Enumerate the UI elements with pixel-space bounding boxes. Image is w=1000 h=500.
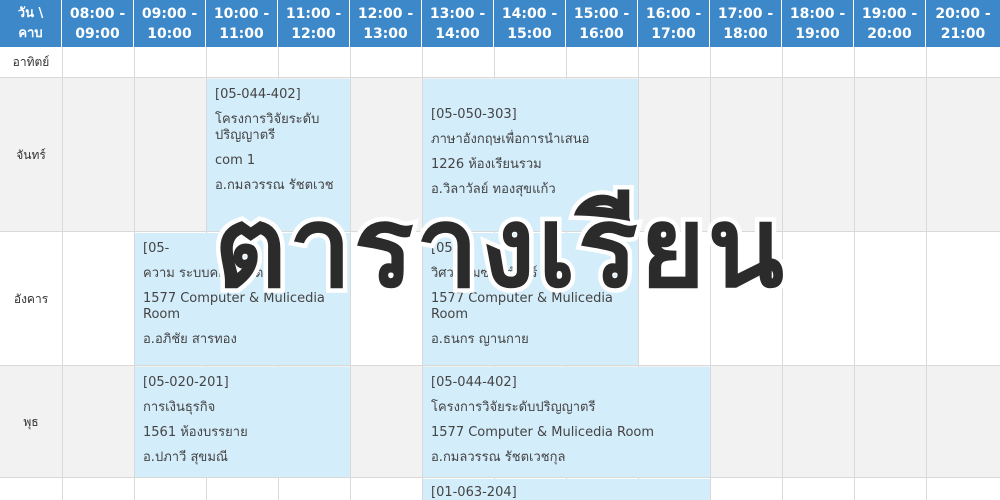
slot-end: 20:00	[867, 25, 912, 42]
course-teacher: อ.ปภาวี สุขมณี	[143, 450, 228, 465]
slot-end: 12:00	[291, 25, 336, 42]
course-name: การเงินธุรกิจ	[143, 400, 216, 415]
header-slot: 12:00 - 13:00	[350, 0, 422, 47]
course-room: 1577 Computer & Mulicedia Room	[431, 291, 613, 322]
header-slot: 09:00 - 10:00	[134, 0, 206, 47]
header-slot: 17:00 - 18:00	[710, 0, 782, 47]
course-name: โครงการวิจัยระดับปริญญาตรี	[215, 112, 320, 143]
course-name: วิศว รรมซอฟต์แวร์	[431, 266, 538, 281]
header-slot: 14:00 - 15:00	[494, 0, 566, 47]
course-name: โครงการวิจัยระดับปริญญาตรี	[431, 400, 596, 415]
slot-end: 17:00	[651, 25, 696, 42]
grid-line	[62, 47, 63, 500]
header-slot: 08:00 - 09:00	[62, 0, 134, 47]
day-label-tuesday: อังคาร	[13, 291, 49, 306]
header-slot: 11:00 - 12:00	[278, 0, 350, 47]
slot-end: 09:00	[75, 25, 120, 42]
slot-start: 12:00 -	[357, 5, 414, 22]
day-label-monday: จันทร์	[16, 147, 46, 162]
course-room: 1561 ห้องบรรยาย	[143, 425, 248, 440]
course-room: com 1	[215, 153, 256, 168]
slot-end: 19:00	[795, 25, 840, 42]
slot-end: 21:00	[940, 25, 986, 42]
slot-start: 08:00 -	[69, 5, 126, 22]
header-slot: 19:00 - 20:00	[854, 0, 926, 47]
slot-start: 20:00 -	[935, 5, 991, 22]
slot-start: 10:00 -	[213, 5, 270, 22]
timetable: วัน \ คาบ 08:00 - 09:00 09:00 - 10:00 10:0…	[0, 0, 1000, 500]
course-block[interactable]: [05-044-402] โครงการวิจัยระดับปริญญาตรี …	[207, 79, 350, 231]
course-block[interactable]: [01-063-204]	[423, 479, 710, 500]
slot-start: 13:00 -	[429, 5, 486, 22]
course-name: ความ ระบบคอมพิวเตอ	[143, 266, 272, 281]
course-name: ภาษาอังกฤษเพื่อการนำเสนอ	[431, 132, 590, 147]
header-slot: 15:00 - 16:00	[566, 0, 638, 47]
course-block[interactable]: [05-020-201] การเงินธุรกิจ 1561 ห้องบรรย…	[135, 367, 350, 477]
slot-start: 09:00 -	[141, 5, 198, 22]
slot-end: 11:00	[219, 25, 264, 42]
slot-end: 15:00	[507, 25, 552, 42]
course-block[interactable]: [05- 4] วิศว รรมซอฟต์แวร์ 1577 Computer …	[423, 233, 638, 365]
course-room: 1577 Computer & Mulicedia Room	[143, 291, 325, 322]
course-code: [05-020-201]	[143, 375, 229, 390]
slot-start: 11:00 -	[285, 5, 342, 22]
header-slot: 18:00 - 19:00	[782, 0, 854, 47]
slot-end: 14:00	[435, 25, 480, 42]
slot-end: 10:00	[147, 25, 192, 42]
course-code: [05-044-402]	[431, 375, 517, 390]
grid-line	[782, 47, 783, 500]
grid-line	[710, 47, 711, 500]
slot-start: 16:00 -	[645, 5, 702, 22]
grid-line	[926, 47, 927, 500]
slot-start: 18:00 -	[789, 5, 846, 22]
course-teacher: อ.ธนกร ญานกาย	[431, 332, 529, 347]
slot-end: 16:00	[579, 25, 624, 42]
header-corner-day: วัน \	[17, 5, 44, 21]
course-room: 1577 Computer & Mulicedia Room	[431, 425, 655, 440]
grid-line	[350, 47, 351, 500]
grid-line	[854, 47, 855, 500]
course-code: [05- 4]	[431, 241, 475, 256]
day-label-wednesday: พุธ	[23, 414, 39, 429]
row-sunday	[0, 47, 1000, 78]
course-code: [05-	[143, 241, 170, 256]
course-code: [01-063-204]	[431, 485, 517, 500]
header-corner-period: คาบ	[18, 25, 43, 41]
slot-start: 19:00 -	[861, 5, 918, 22]
course-teacher: อ.กมลวรรณ รัชตเวช	[215, 178, 334, 193]
slot-start: 17:00 -	[717, 5, 774, 22]
header-corner: วัน \ คาบ	[0, 0, 62, 47]
slot-end: 18:00	[723, 25, 768, 42]
day-label-sunday: อาทิตย์	[12, 55, 50, 69]
header-slot: 20:00 - 21:00	[926, 0, 1000, 47]
header-slot: 16:00 - 17:00	[638, 0, 710, 47]
header-slot: 10:00 - 11:00	[206, 0, 278, 47]
course-code: [05-044-402]	[215, 87, 301, 102]
header-slot: 13:00 - 14:00	[422, 0, 494, 47]
course-block[interactable]: [05-044-402] โครงการวิจัยระดับปริญญาตรี …	[423, 367, 710, 477]
course-room: 1226 ห้องเรียนรวม	[431, 157, 542, 172]
slot-end: 13:00	[363, 25, 408, 42]
course-teacher: อ.วิลาวัลย์ ทองสุขแก้ว	[431, 182, 556, 197]
course-teacher: อ.อภิชัย สารทอง	[143, 332, 237, 347]
slot-start: 14:00 -	[501, 5, 558, 22]
course-code: [05-050-303]	[431, 107, 517, 122]
slot-start: 15:00 -	[573, 5, 630, 22]
course-block[interactable]: [05-050-303] ภาษาอังกฤษเพื่อการนำเสนอ 12…	[423, 79, 638, 231]
course-teacher: อ.กมลวรรณ รัชตเวชกุล	[431, 450, 566, 465]
course-block[interactable]: [05- ความ ระบบคอมพิวเตอ 1577 Computer & …	[135, 233, 350, 365]
